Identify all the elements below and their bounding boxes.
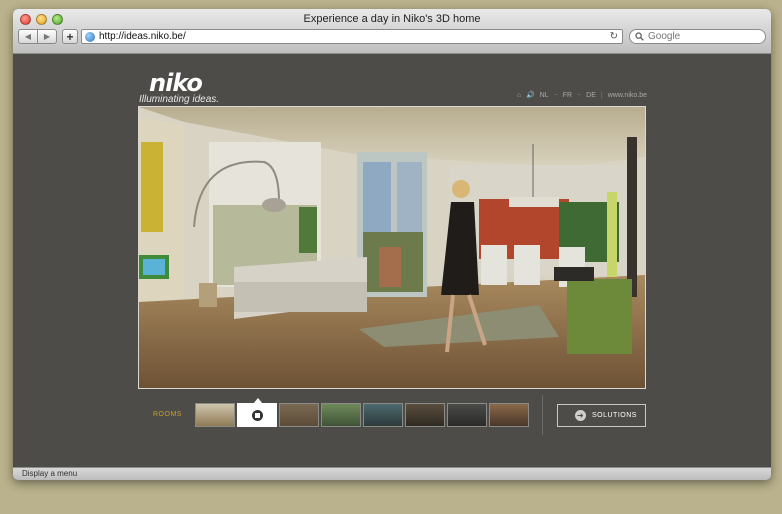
back-button[interactable]: ◀ bbox=[19, 30, 37, 43]
separator: | bbox=[600, 91, 603, 99]
language-fr[interactable]: FR bbox=[563, 92, 572, 99]
rooms-label: ROOMS bbox=[153, 411, 182, 418]
search-box[interactable] bbox=[629, 29, 766, 44]
browser-window: Experience a day in Niko's 3D home ◀ ▶ +… bbox=[13, 9, 771, 480]
globe-icon bbox=[85, 31, 95, 42]
url-text: http://ideas.niko.be/ bbox=[99, 31, 186, 42]
stop-icon bbox=[251, 409, 263, 421]
language-de[interactable]: DE bbox=[586, 92, 596, 99]
solutions-label: SOLUTIONS bbox=[592, 412, 637, 419]
forward-button[interactable]: ▶ bbox=[37, 30, 56, 43]
magnifier-icon bbox=[635, 32, 644, 41]
language-nl[interactable]: NL bbox=[540, 92, 549, 99]
room-thumbnail-bathroom[interactable] bbox=[489, 403, 529, 427]
room-thumbnail-terrace[interactable] bbox=[363, 403, 403, 427]
room-thumbnail-living-room[interactable] bbox=[195, 403, 235, 427]
room-strip: ROOMS ➜ SOLUTIONS bbox=[13, 395, 771, 435]
arrow-right-icon: ➜ bbox=[575, 410, 586, 421]
room-thumbnail-bedroom[interactable] bbox=[447, 403, 487, 427]
home-icon[interactable]: ⌂ bbox=[517, 92, 521, 99]
room-thumbnail-garden[interactable] bbox=[321, 403, 361, 427]
room-thumbnail-current[interactable] bbox=[237, 398, 277, 427]
page-content: niko Illuminating ideas. ⌂ 🔊 NL ~ FR ~ D… bbox=[13, 55, 771, 467]
living-room-render bbox=[139, 107, 645, 388]
top-navigation: ⌂ 🔊 NL ~ FR ~ DE | www.niko.be bbox=[517, 91, 647, 100]
search-input[interactable] bbox=[648, 31, 758, 42]
separator: ~ bbox=[577, 91, 582, 99]
address-bar[interactable]: http://ideas.niko.be/ ↻ bbox=[81, 29, 623, 44]
add-bookmark-button[interactable]: + bbox=[62, 29, 78, 44]
navigation-buttons: ◀ ▶ bbox=[18, 29, 57, 44]
website-link[interactable]: www.niko.be bbox=[608, 92, 647, 99]
window-title: Experience a day in Niko's 3D home bbox=[303, 13, 481, 25]
solutions-button[interactable]: ➜ SOLUTIONS bbox=[557, 404, 646, 427]
3d-room-view[interactable] bbox=[138, 106, 646, 389]
separator: ~ bbox=[553, 91, 558, 99]
niko-logo[interactable]: niko Illuminating ideas. bbox=[139, 71, 219, 105]
logo-wordmark: niko bbox=[149, 69, 203, 97]
reload-icon[interactable]: ↻ bbox=[610, 31, 618, 42]
room-thumbnail-kitchen[interactable] bbox=[405, 403, 445, 427]
room-thumbnails bbox=[195, 398, 529, 427]
strip-divider bbox=[542, 395, 543, 435]
room-thumbnail-hallway[interactable] bbox=[279, 403, 319, 427]
sound-icon[interactable]: 🔊 bbox=[526, 91, 535, 99]
status-bar: Display a menu bbox=[13, 467, 771, 480]
logo-tagline: Illuminating ideas. bbox=[139, 94, 220, 105]
title-bar: Experience a day in Niko's 3D home ◀ ▶ +… bbox=[13, 9, 771, 54]
